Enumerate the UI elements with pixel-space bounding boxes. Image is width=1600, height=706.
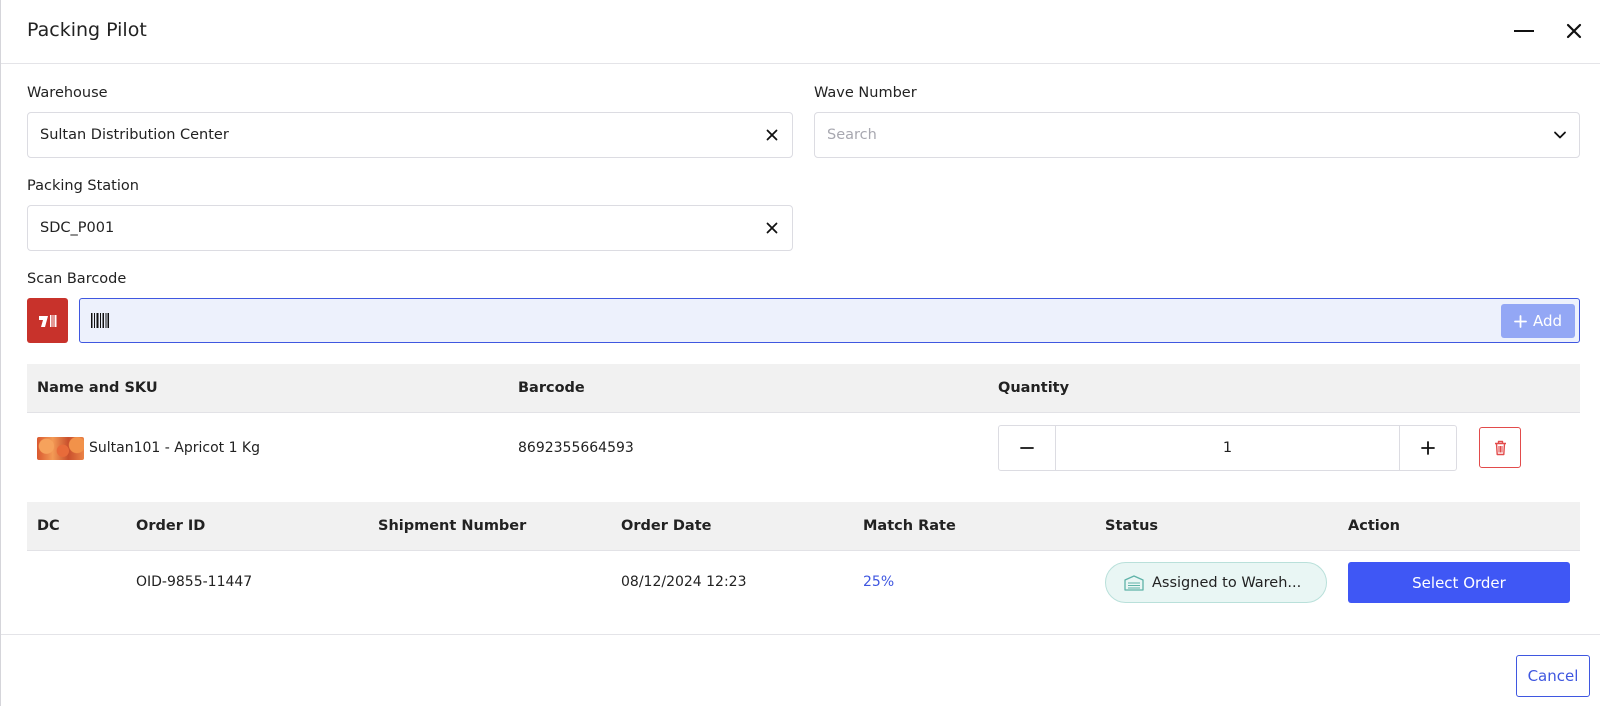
col-match-rate: Match Rate [863, 518, 956, 534]
col-dc: DC [37, 518, 60, 534]
status-text: Assigned to Wareh... [1152, 574, 1302, 591]
col-order-date: Order Date [621, 518, 712, 534]
packing-station-value: SDC_P001 [40, 220, 115, 236]
clear-packing-station-button[interactable] [764, 220, 780, 236]
plus-icon [1421, 441, 1435, 455]
item-barcode: 8692355664593 [518, 440, 634, 456]
chevron-down-icon [1554, 131, 1566, 139]
warehouse-label: Warehouse [27, 85, 108, 101]
increase-quantity-button[interactable] [1399, 426, 1456, 470]
barcode-scanner-icon [38, 314, 56, 327]
trash-icon [1494, 440, 1506, 455]
add-barcode-label: Add [1532, 312, 1563, 330]
scan-barcode-label: Scan Barcode [27, 271, 127, 287]
add-barcode-button[interactable]: Add [1501, 304, 1575, 338]
plus-icon [1514, 314, 1527, 328]
packing-station-select[interactable]: SDC_P001 [27, 205, 793, 251]
col-status: Status [1105, 518, 1159, 534]
clear-icon [766, 222, 778, 234]
warehouse-icon [1124, 574, 1144, 591]
item-name: Sultan101 - Apricot 1 Kg [89, 440, 261, 456]
col-shipment-number: Shipment Number [378, 518, 527, 534]
warehouse-select[interactable]: Sultan Distribution Center [27, 112, 793, 158]
packing-station-label: Packing Station [27, 178, 139, 194]
wave-number-label: Wave Number [814, 85, 917, 101]
col-action: Action [1348, 518, 1401, 534]
close-button[interactable] [1557, 14, 1591, 48]
select-order-button[interactable]: Select Order [1348, 562, 1570, 603]
order-id: OID-9855-11447 [136, 574, 253, 590]
col-order-id: Order ID [136, 518, 206, 534]
quantity-input[interactable]: 1 [1056, 426, 1399, 470]
barcode-scanner-button[interactable] [27, 298, 68, 343]
product-thumbnail [37, 437, 84, 460]
warehouse-value: Sultan Distribution Center [40, 127, 229, 143]
minimize-icon [1514, 30, 1534, 32]
modal-footer [1, 634, 1600, 706]
delete-item-button[interactable] [1479, 427, 1521, 468]
modal-header: Packing Pilot [1, 0, 1600, 64]
order-date: 08/12/2024 12:23 [621, 574, 747, 590]
items-table-header: Name and SKU Barcode Quantity [27, 364, 1580, 413]
modal-title: Packing Pilot [27, 19, 147, 41]
wave-number-select[interactable]: Search [814, 112, 1580, 158]
quantity-stepper: 1 [998, 425, 1457, 471]
col-barcode: Barcode [518, 380, 585, 396]
order-match-rate: 25% [863, 574, 895, 590]
cancel-button[interactable]: Cancel [1516, 655, 1590, 697]
decrease-quantity-button[interactable] [999, 426, 1056, 470]
close-icon [1566, 23, 1582, 39]
status-badge: Assigned to Wareh... [1105, 562, 1327, 603]
orders-table-header: DC Order ID Shipment Number Order Date M… [27, 502, 1580, 551]
minus-icon [1020, 447, 1034, 449]
scan-barcode-input[interactable]: Add [79, 298, 1580, 343]
clear-icon [766, 129, 778, 141]
clear-warehouse-button[interactable] [764, 127, 780, 143]
barcode-icon [91, 313, 109, 328]
minimize-button[interactable] [1507, 14, 1541, 48]
col-quantity: Quantity [998, 380, 1070, 396]
wave-number-placeholder: Search [827, 127, 877, 143]
col-name-sku: Name and SKU [37, 380, 158, 396]
packing-pilot-modal: Packing Pilot Warehouse Sultan Distribut… [0, 0, 1600, 706]
